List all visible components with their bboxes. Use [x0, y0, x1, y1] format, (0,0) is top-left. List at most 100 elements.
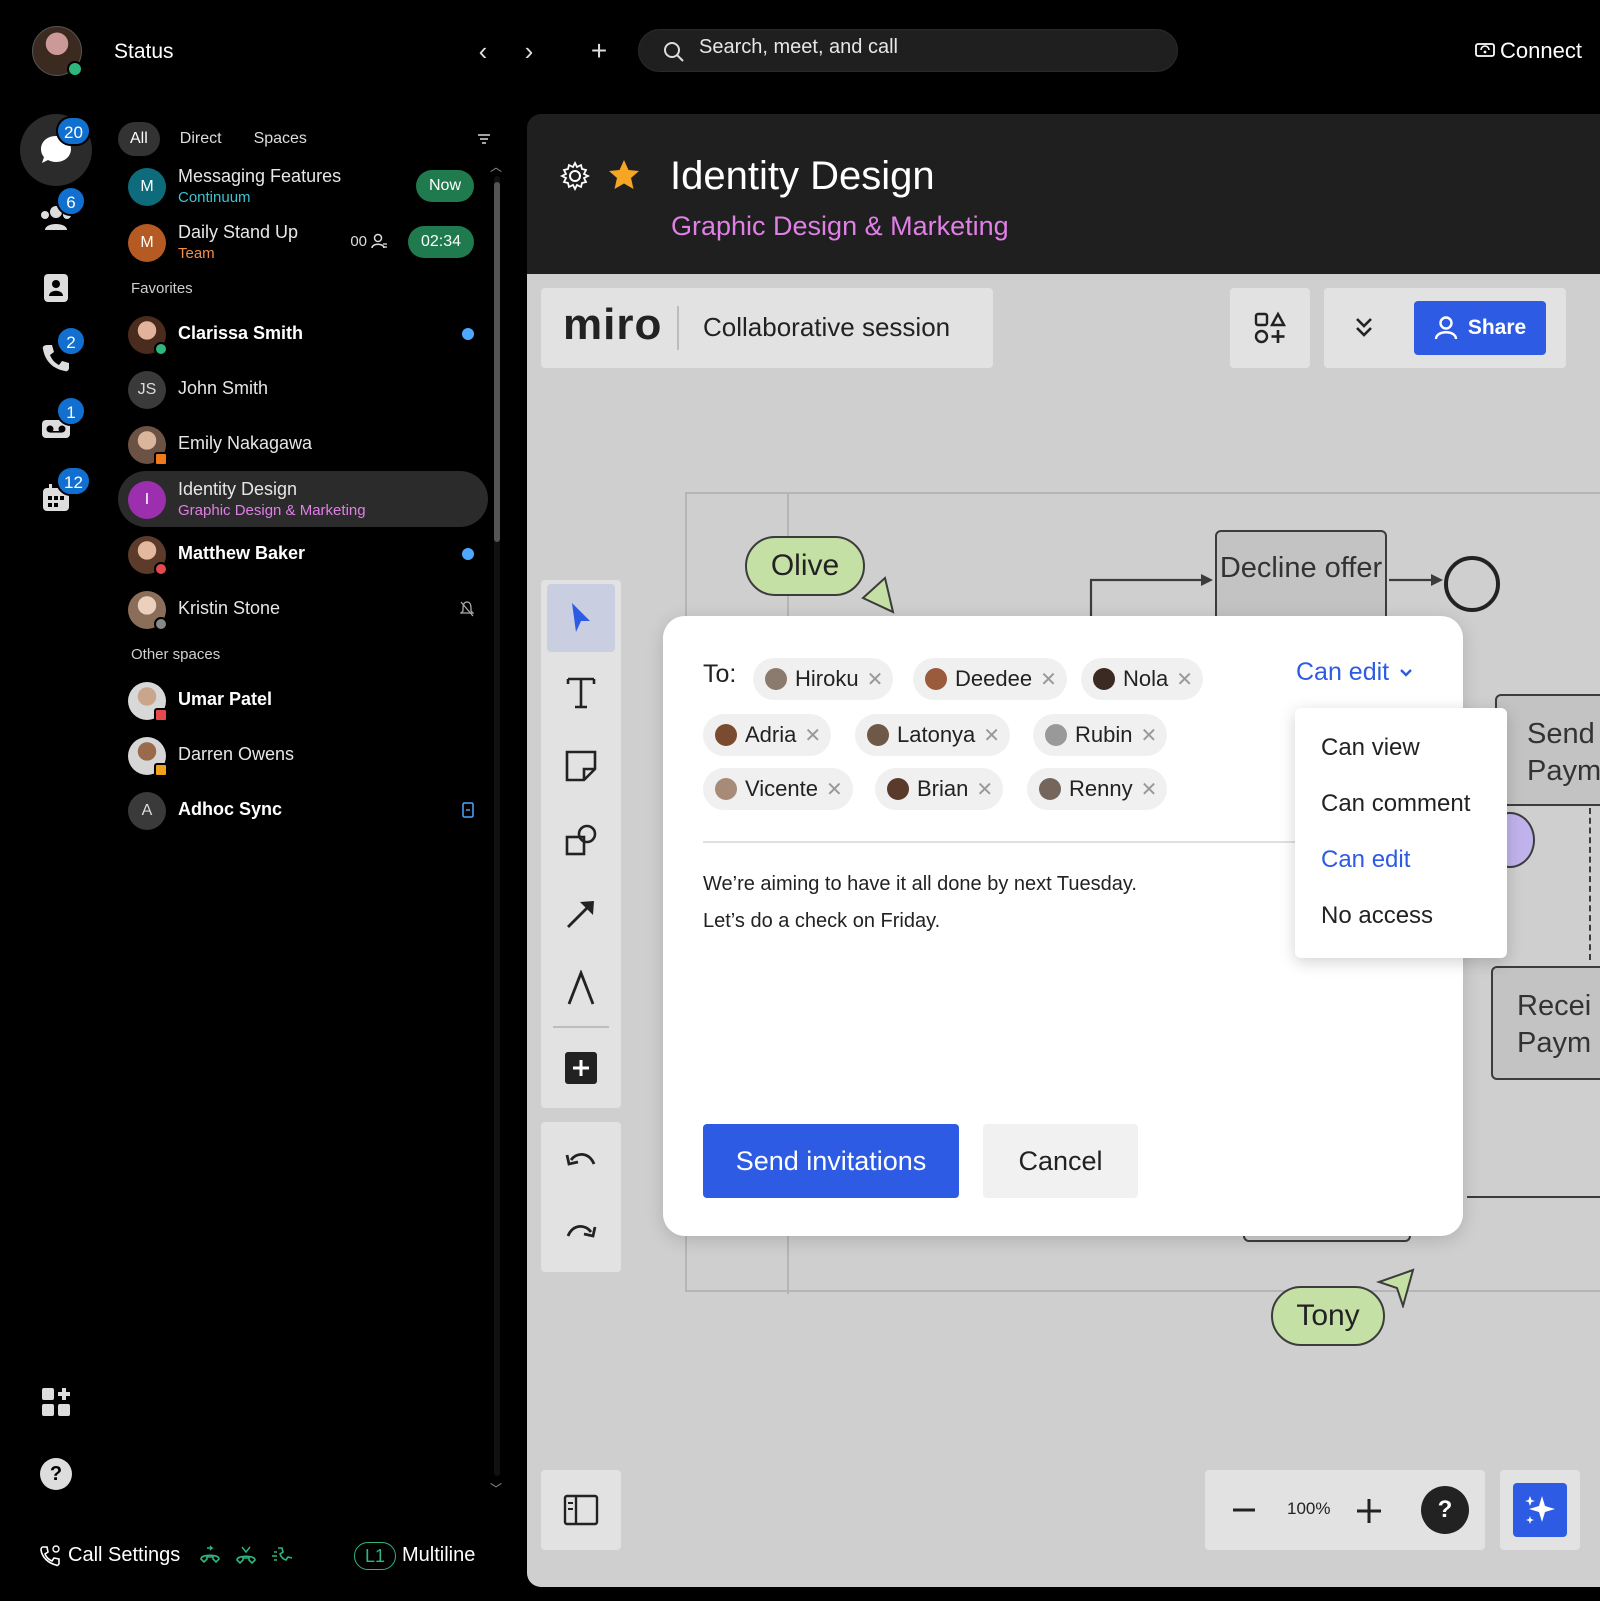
- forward-icon[interactable]: ›: [514, 36, 544, 66]
- favorite-star-icon[interactable]: [607, 158, 641, 192]
- remove-chip-icon[interactable]: ✕: [1140, 723, 1157, 748]
- node-receive-payment[interactable]: Recei Paym: [1491, 966, 1600, 1080]
- teams-nav[interactable]: 6: [20, 182, 92, 254]
- scrollbar-thumb[interactable]: [494, 182, 500, 542]
- pen-tool[interactable]: [547, 954, 615, 1022]
- ai-assist-button[interactable]: [1513, 1483, 1567, 1537]
- miro-board-canvas[interactable]: miro Collaborative session Share Olive D…: [527, 274, 1600, 1587]
- scroll-down-icon[interactable]: ﹀: [490, 1480, 502, 1497]
- more-tools-button[interactable]: [547, 1034, 615, 1102]
- unread-indicator: [462, 328, 474, 340]
- shapes-tool[interactable]: [547, 806, 615, 874]
- undo-button[interactable]: [547, 1128, 615, 1196]
- chevrons-down-icon[interactable]: [1352, 314, 1376, 342]
- zoom-out-icon[interactable]: [1231, 1500, 1257, 1520]
- permission-select[interactable]: Can edit: [1296, 658, 1413, 687]
- contacts-nav[interactable]: [20, 252, 92, 324]
- status-label[interactable]: Status: [114, 40, 174, 64]
- list-item-clarissa-smith[interactable]: Clarissa Smith: [118, 306, 488, 362]
- send-invitations-button[interactable]: Send invitations: [703, 1124, 959, 1198]
- text-tool[interactable]: [547, 658, 615, 726]
- apps-button[interactable]: [1230, 288, 1310, 368]
- list-scrollbar[interactable]: ︿ ﹀: [489, 160, 505, 1496]
- connection-line-tool[interactable]: [547, 880, 615, 948]
- list-item-matthew-baker[interactable]: Matthew Baker: [118, 526, 488, 582]
- zoom-in-icon[interactable]: [1355, 1497, 1383, 1525]
- filter-icon[interactable]: [475, 130, 493, 148]
- remove-chip-icon[interactable]: ✕: [804, 723, 821, 748]
- menu-item-can-comment[interactable]: Can comment: [1321, 790, 1470, 818]
- menu-item-can-view[interactable]: Can view: [1321, 734, 1420, 762]
- filter-spaces[interactable]: Spaces: [242, 122, 319, 156]
- list-item-john-smith[interactable]: JS John Smith: [118, 361, 488, 417]
- cancel-button[interactable]: Cancel: [983, 1124, 1138, 1198]
- sticky-note-tool[interactable]: [547, 732, 615, 800]
- help-nav[interactable]: ?: [36, 1454, 76, 1494]
- miro-header: miro Collaborative session: [541, 288, 993, 368]
- calling-nav[interactable]: 2: [20, 322, 92, 394]
- filter-all[interactable]: All: [118, 122, 160, 156]
- list-item-umar-patel[interactable]: Umar Patel: [118, 672, 488, 728]
- scroll-up-icon[interactable]: ︿: [490, 158, 502, 175]
- search-input[interactable]: Search, meet, and call: [638, 29, 1178, 72]
- remove-chip-icon[interactable]: ✕: [1040, 667, 1057, 692]
- remove-chip-icon[interactable]: ✕: [867, 667, 884, 692]
- list-item-daily-stand-up[interactable]: M Daily Stand Up Team 00 02:34: [118, 214, 488, 270]
- settings-gear-icon[interactable]: [559, 160, 591, 192]
- list-item-darren-owens[interactable]: Darren Owens: [118, 727, 488, 783]
- toggle-panel-button[interactable]: [541, 1470, 621, 1550]
- call-forward-icon[interactable]: [198, 1544, 222, 1568]
- list-item-messaging-features[interactable]: M Messaging Features Continuum Now: [118, 158, 488, 214]
- select-tool[interactable]: [547, 584, 615, 652]
- meetings-nav[interactable]: 12: [20, 462, 92, 534]
- list-item-identity-design[interactable]: I Identity Design Graphic Design & Marke…: [118, 471, 488, 527]
- recipient-chip[interactable]: Vicente ✕: [703, 768, 853, 810]
- invite-message[interactable]: We’re aiming to have it all done by next…: [703, 866, 1137, 940]
- remove-chip-icon[interactable]: ✕: [1141, 777, 1158, 802]
- zoom-level[interactable]: 100%: [1287, 1499, 1330, 1519]
- filter-direct[interactable]: Direct: [168, 122, 234, 156]
- recipient-chip[interactable]: Adria ✕: [703, 714, 832, 756]
- recipient-chip[interactable]: Hiroku ✕: [753, 658, 894, 700]
- voicemail-nav[interactable]: 1: [20, 392, 92, 464]
- call-settings-label[interactable]: Call Settings: [68, 1544, 180, 1567]
- apps-nav[interactable]: [36, 1382, 76, 1422]
- call-pickup-icon[interactable]: [270, 1544, 294, 1568]
- messaging-nav[interactable]: 20: [20, 114, 92, 186]
- list-item-emily-nakagawa[interactable]: Emily Nakagawa: [118, 416, 488, 472]
- remove-chip-icon[interactable]: ✕: [976, 777, 993, 802]
- connect-button[interactable]: Connect: [1474, 38, 1582, 64]
- call-settings-icon[interactable]: [38, 1544, 62, 1568]
- share-button[interactable]: Share: [1414, 301, 1546, 355]
- redo-button[interactable]: [547, 1200, 615, 1268]
- node-send-payment[interactable]: Send Paym: [1495, 694, 1600, 806]
- recipient-name: Adria: [745, 722, 797, 747]
- my-avatar[interactable]: [32, 26, 83, 77]
- list-item-adhoc-sync[interactable]: A Adhoc Sync: [118, 782, 488, 838]
- line-indicator[interactable]: L1: [354, 1542, 397, 1570]
- meeting-now-badge[interactable]: Now: [415, 170, 474, 202]
- recipient-chip[interactable]: Nola ✕: [1081, 658, 1204, 700]
- recipient-chip[interactable]: Deedee ✕: [913, 658, 1067, 700]
- remove-chip-icon[interactable]: ✕: [1176, 667, 1193, 692]
- cursor-tag-tony: Tony: [1271, 1286, 1385, 1346]
- remove-chip-icon[interactable]: ✕: [983, 723, 1000, 748]
- multiline-label[interactable]: Multiline: [402, 1544, 475, 1567]
- board-title[interactable]: Collaborative session: [703, 312, 950, 343]
- menu-item-can-edit[interactable]: Can edit: [1321, 846, 1410, 874]
- recipient-chip[interactable]: Brian ✕: [875, 768, 1004, 810]
- remove-chip-icon[interactable]: ✕: [826, 777, 843, 802]
- recipient-chip[interactable]: Latonya ✕: [855, 714, 1011, 756]
- space-pane: Identity Design Graphic Design & Marketi…: [527, 114, 1600, 1587]
- miro-logo: miro: [563, 300, 663, 349]
- recipient-chip[interactable]: Rubin ✕: [1033, 714, 1168, 756]
- plus-icon[interactable]: +: [584, 36, 614, 66]
- meeting-timer-badge[interactable]: 02:34: [407, 226, 474, 258]
- menu-item-no-access[interactable]: No access: [1321, 902, 1433, 930]
- back-icon[interactable]: ‹: [468, 36, 498, 66]
- list-item-kristin-stone[interactable]: Kristin Stone: [118, 581, 488, 637]
- space-subtitle[interactable]: Graphic Design & Marketing: [671, 211, 1009, 242]
- do-not-disturb-call-icon[interactable]: [234, 1544, 258, 1568]
- recipient-chip[interactable]: Renny ✕: [1027, 768, 1168, 810]
- board-help-button[interactable]: ?: [1421, 1486, 1469, 1534]
